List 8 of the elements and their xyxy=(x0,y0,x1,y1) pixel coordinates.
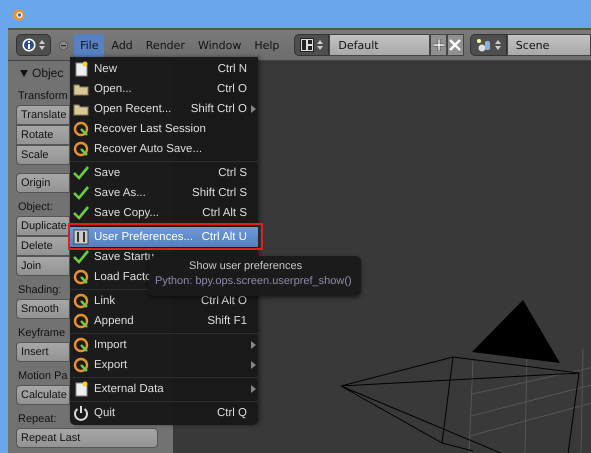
section-label: Keyframe xyxy=(18,327,66,339)
tooltip-python: Python: bpy.ops.screen.userpref_show() xyxy=(155,275,353,287)
section-label: Repeat: xyxy=(18,413,57,425)
section-label: Motion Pa xyxy=(18,370,68,382)
tooltip-title: Show user preferences xyxy=(188,260,304,272)
section-label: Shading: xyxy=(18,284,62,296)
section-label: Object: xyxy=(18,201,53,213)
section-label: Transform xyxy=(18,90,68,102)
